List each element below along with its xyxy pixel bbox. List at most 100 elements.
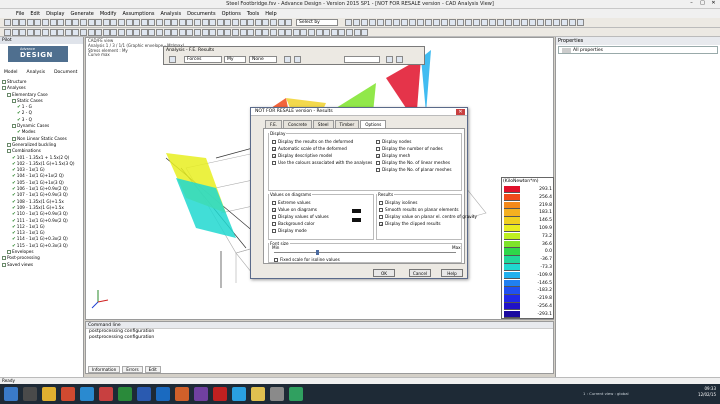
checkmark-icon[interactable]: ✔ [12, 193, 16, 198]
toolbar-tool-icon[interactable] [72, 29, 80, 36]
toolbar-tool-icon[interactable] [481, 19, 488, 26]
checkmark-icon[interactable]: ✔ [12, 168, 16, 173]
toolbar-tool-icon[interactable] [232, 29, 239, 36]
checkbox[interactable]: ✓ [272, 147, 276, 152]
chrome-icon[interactable] [61, 387, 75, 401]
checkmark-icon[interactable]: ✔ [12, 187, 16, 192]
toolbar-tool-icon[interactable] [95, 19, 103, 26]
toolbar-tool-icon[interactable] [285, 29, 293, 36]
toolbar-tool-icon[interactable] [140, 19, 148, 26]
toolbar-tool-icon[interactable] [216, 19, 224, 26]
scale-dropdown[interactable] [344, 56, 380, 63]
toolbar-tool-icon[interactable] [465, 19, 472, 26]
menu-item-generate[interactable]: Generate [71, 11, 94, 17]
toolbar-tool-icon[interactable] [353, 29, 361, 36]
checkmark-icon[interactable]: ✔ [12, 212, 16, 217]
toolbar-tool-icon[interactable] [239, 29, 247, 36]
toolbar-tool-icon[interactable] [171, 29, 179, 36]
menu-item-assumptions[interactable]: Assumptions [122, 11, 154, 17]
toolbar-tool-icon[interactable] [457, 19, 464, 26]
results-option[interactable]: Display isolines [379, 200, 417, 205]
results-option[interactable]: Display value on planar el. centre of gr… [379, 214, 477, 219]
toolbar-tool-icon[interactable] [292, 29, 300, 36]
checkbox[interactable] [376, 147, 380, 151]
properties-selector[interactable]: All properties [558, 46, 718, 54]
checkmark-icon[interactable]: ✔ [17, 118, 21, 123]
menu-item-file[interactable]: File [16, 11, 24, 17]
toolbar-tool-icon[interactable] [194, 29, 201, 36]
toolbar-tool-icon[interactable] [315, 29, 323, 36]
toolbar-tool-icon[interactable] [545, 19, 552, 26]
tab-concrete[interactable]: Concrete [283, 120, 312, 128]
toolbar-tool-icon[interactable] [489, 19, 496, 26]
toolbar-tool-icon[interactable] [323, 29, 331, 36]
toolbar-tool-icon[interactable] [102, 19, 110, 26]
explorer-icon[interactable] [42, 387, 56, 401]
checkmark-icon[interactable]: ✔ [12, 244, 16, 249]
font-size-slider[interactable] [274, 252, 456, 253]
checkbox[interactable]: ✓ [376, 154, 380, 159]
results-option[interactable]: Smooth results on planar elements [379, 207, 459, 212]
values-option[interactable]: ✓ Value on diagrams [272, 207, 317, 213]
legend-icon[interactable] [396, 56, 403, 63]
ppt-icon[interactable] [175, 387, 189, 401]
toolbar-tool-icon[interactable] [537, 19, 544, 26]
menu-item-help[interactable]: Help [265, 11, 276, 17]
toolbar-tool-icon[interactable] [441, 19, 448, 26]
display-right-option[interactable]: Display the No. of linear meshes [376, 160, 450, 165]
toolbar-tool-icon[interactable] [133, 19, 141, 26]
menu-item-analysis[interactable]: Analysis [160, 11, 181, 17]
toolbar-tool-icon[interactable] [163, 19, 171, 26]
toolbar-tool-icon[interactable] [64, 29, 72, 36]
checkbox[interactable] [379, 201, 383, 205]
ie-icon[interactable] [80, 387, 94, 401]
command-tab-edit[interactable]: Edit [144, 366, 161, 373]
toolbar-tool-icon[interactable] [393, 19, 400, 26]
toolbar-tool-icon[interactable] [26, 19, 34, 26]
font-size-slider-thumb[interactable] [316, 250, 319, 255]
toolbar-tool-icon[interactable] [254, 19, 262, 26]
vs-icon[interactable] [194, 387, 208, 401]
toolbar-tool-icon[interactable] [239, 19, 247, 26]
toolbar-tool-icon[interactable] [561, 19, 568, 26]
display-icon[interactable] [284, 56, 291, 63]
display-left-option[interactable]: Use the colours associated with the anal… [272, 160, 372, 165]
toolbar-tool-icon[interactable] [277, 19, 285, 26]
toolbar-tool-icon[interactable] [417, 19, 424, 26]
checkmark-icon[interactable]: ✔ [12, 225, 16, 230]
toolbar-tool-icon[interactable] [353, 19, 360, 26]
toolbar-tool-icon[interactable] [80, 29, 87, 36]
toolbar-tool-icon[interactable] [577, 19, 584, 26]
toolbar-tool-icon[interactable] [247, 29, 255, 36]
ok-button[interactable]: OK [373, 269, 395, 277]
folder2-icon[interactable] [251, 387, 265, 401]
toolbar-tool-icon[interactable] [254, 29, 262, 36]
toolbar-tool-icon[interactable] [521, 19, 528, 26]
toolbar-tool-icon[interactable] [57, 29, 65, 36]
toolbar-tool-icon[interactable] [80, 19, 87, 26]
toolbar-tool-icon[interactable] [19, 19, 27, 26]
none-dropdown[interactable]: None [249, 56, 277, 63]
toolbar-tool-icon[interactable] [308, 29, 315, 36]
toolbar-tool-icon[interactable] [262, 29, 270, 36]
toolbar-tool-icon[interactable] [401, 19, 408, 26]
display-right-option[interactable]: Display the No. of planar meshes [376, 167, 452, 172]
display-right-option[interactable]: Display the number of nodes [376, 146, 443, 151]
command-tab-information[interactable]: Information [88, 366, 121, 373]
display-right-option[interactable]: Display nodes [376, 139, 411, 144]
values-option[interactable]: Background color [272, 221, 315, 226]
tree-item[interactable]: Saved views [0, 262, 84, 268]
toolbar-tool-icon[interactable] [49, 29, 57, 36]
close-icon[interactable]: ✕ [456, 109, 465, 115]
toolbar-tool-icon[interactable] [361, 29, 369, 36]
toolbar-tool-icon[interactable] [505, 19, 512, 26]
values-color-swatch[interactable] [352, 209, 361, 213]
toolbar-tool-icon[interactable] [87, 29, 95, 36]
display-left-option[interactable]: Display the results on the deformed [272, 139, 353, 144]
toolbar-tool-icon[interactable] [300, 29, 308, 36]
toolbar-tool-icon[interactable] [186, 19, 194, 26]
toolbar-tool-icon[interactable] [262, 19, 270, 26]
checkbox[interactable] [272, 201, 276, 205]
toolbar-tool-icon[interactable] [224, 19, 232, 26]
checkmark-icon[interactable]: ✔ [17, 105, 21, 110]
